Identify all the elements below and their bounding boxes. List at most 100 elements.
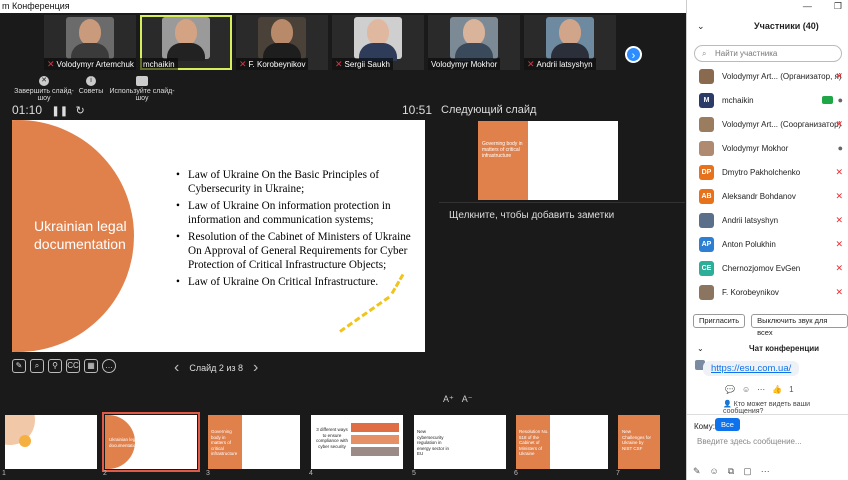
emoji-icon[interactable]: ☺ [710, 466, 719, 477]
mic-muted-icon[interactable]: ✕ [835, 191, 843, 202]
mic-muted-icon[interactable]: ✕ [835, 167, 843, 178]
thumbnail-number: 4 [309, 470, 313, 477]
mic-off-icon: ✕ [47, 58, 55, 69]
video-tile[interactable]: Volodymyr Mokhor [428, 15, 520, 70]
thumb-shape [351, 423, 399, 432]
thumbnail-number: 5 [412, 470, 416, 477]
mic-icon[interactable]: ● [838, 143, 843, 153]
avatar: DP [699, 165, 714, 180]
video-tile-active[interactable]: mchaikin [140, 15, 232, 70]
video-tile[interactable]: ✕ Volodymyr Artemchuk [44, 15, 136, 70]
participant-row[interactable]: DP Dmytro Pakholchenko ✕ [687, 161, 848, 185]
chat-link[interactable]: https://esu.com.ua/ [703, 361, 800, 376]
thumbs-up-icon[interactable]: 👍 [772, 385, 782, 394]
slide-thumbnail[interactable]: Resolution No. 518 of the Cabinet of Min… [516, 415, 608, 469]
video-on-icon[interactable] [822, 96, 833, 104]
laser-pointer-icon[interactable]: ⚲ [48, 359, 62, 373]
chevron-down-icon[interactable]: ⌄ [697, 344, 704, 353]
subtitles-icon[interactable]: CC [66, 359, 80, 373]
mute-all-button[interactable]: Выключить звук для всех [751, 314, 848, 337]
participant-head [367, 19, 389, 45]
pen-icon[interactable]: ✎ [12, 359, 26, 373]
mic-muted-icon[interactable]: ✕ [835, 215, 843, 226]
slide-thumbnail[interactable]: Governing body in matters of critical in… [208, 415, 300, 469]
next-page-arrow-icon[interactable]: › [625, 46, 642, 63]
slide-thumbnail[interactable] [5, 415, 97, 469]
recipient-select[interactable]: Все [715, 418, 740, 431]
zoom-icon[interactable]: ⌕ [30, 359, 44, 373]
video-tile[interactable]: ✕ Andrii latsyshyn [524, 15, 616, 70]
participant-row[interactable]: M mchaikin ● [687, 89, 848, 113]
prev-slide-icon[interactable]: ‹ [174, 359, 179, 377]
slide-thumbnail-selected[interactable]: Ukrainian legal documentation [102, 412, 200, 472]
mic-muted-icon[interactable]: ✕ [835, 71, 843, 82]
mic-muted-icon[interactable]: ✕ [835, 119, 843, 130]
decrease-font-icon[interactable]: A⁻ [462, 394, 473, 405]
chat-input[interactable]: Введите здесь сообщение... [697, 437, 802, 446]
participant-row[interactable]: Andrii latsyshyn ✕ [687, 209, 848, 233]
thumbnail-number: 2 [103, 470, 107, 477]
who-can-see-link[interactable]: 👤 Кто может видеть ваши сообщения? [723, 400, 845, 415]
emoji-icon[interactable]: ☺ [742, 385, 750, 394]
restart-icon[interactable]: ↻ [75, 105, 84, 117]
file-icon[interactable]: ▢ [743, 466, 752, 477]
mic-off-icon: ✕ [239, 58, 247, 69]
mic-muted-icon[interactable]: ✕ [835, 287, 843, 298]
screenshot-icon[interactable]: ⧉ [728, 466, 734, 477]
participant-name: Chernozjomov EvGen [722, 264, 801, 273]
minimize-icon[interactable]: — [803, 1, 812, 12]
grid-icon[interactable]: ▦ [84, 359, 98, 373]
thumbnail-number: 6 [514, 470, 518, 477]
avatar: AB [699, 189, 714, 204]
window-title: m Конференция [0, 0, 686, 13]
mic-off-icon: ✕ [335, 58, 343, 69]
slide-thumbnail[interactable]: New cybersecurity regulation in energy s… [414, 415, 506, 469]
chat-title: Чат конференции [749, 344, 820, 353]
slide-bullet-list: Law of Ukraine On the Basic Principles o… [174, 168, 414, 292]
pause-icon[interactable]: ❚❚ [51, 106, 68, 117]
close-icon: ✕ [39, 76, 49, 86]
video-tile[interactable]: ✕ Sergii Saukh [332, 15, 424, 70]
mic-icon[interactable]: ● [838, 95, 843, 105]
more-icon[interactable]: ⋯ [761, 466, 770, 477]
participant-row[interactable]: Volodymyr Art... (Организатор, я) ✕ [687, 65, 848, 89]
slide-tools: ✎ ⌕ ⚲ CC ▦ … ‹ Слайд 2 из 8 › [12, 357, 432, 377]
format-icon[interactable]: ✎ [693, 466, 701, 477]
video-name: Andrii latsyshyn [536, 59, 593, 69]
use-slideshow-button[interactable]: Используйте слайд-шоу [104, 76, 180, 102]
thumbnail-number: 1 [2, 470, 6, 477]
slide-thumbnail[interactable]: New Challenges for Ukraine by NIST CSF [618, 415, 660, 469]
participant-row[interactable]: Volodymyr Art... (Соорганизатор) ✕ [687, 113, 848, 137]
participant-head [463, 19, 485, 45]
next-slide-preview[interactable]: Governing body in matters of critical in… [478, 121, 618, 200]
video-tile[interactable]: ✕ F. Korobeynikov [236, 15, 328, 70]
more-icon[interactable]: … [102, 359, 116, 373]
participant-row[interactable]: F. Korobeynikov ✕ [687, 281, 848, 305]
more-icon[interactable]: ⋯ [757, 385, 765, 394]
current-slide: Ukrainian legal documentation Law of Ukr… [12, 120, 425, 352]
thumbnail-title: 3 different ways to ensure compliance wi… [315, 427, 348, 449]
clock: 10:51 [401, 103, 432, 117]
mic-muted-icon[interactable]: ✕ [835, 263, 843, 274]
video-name-tag: ✕ Volodymyr Artemchuk [44, 58, 136, 70]
notes-placeholder[interactable]: Щелкните, чтобы добавить заметки [449, 210, 614, 221]
participant-actions: Пригласить Выключить звук для всех [693, 314, 848, 337]
participant-row[interactable]: AP Anton Polukhin ✕ [687, 233, 848, 257]
restore-icon[interactable]: ❐ [834, 1, 842, 12]
next-slide-icon[interactable]: › [253, 359, 258, 377]
chevron-down-icon[interactable]: ⌄ [697, 21, 705, 32]
increase-font-icon[interactable]: A⁺ [443, 394, 454, 405]
participant-search-input[interactable]: ⌕ Найти участника [694, 45, 842, 62]
participant-row[interactable]: AB Aleksandr Bohdanov ✕ [687, 185, 848, 209]
slide-navigation: ‹ Слайд 2 из 8 › [174, 359, 258, 377]
slide-thumbnail[interactable]: 3 different ways to ensure compliance wi… [311, 415, 403, 469]
invite-button[interactable]: Пригласить [693, 314, 746, 328]
video-name-tag: ✕ Sergii Saukh [332, 58, 393, 70]
tips-button[interactable]: i Советы [78, 76, 104, 95]
end-slideshow-button[interactable]: ✕ Завершить слайд-шоу [8, 76, 80, 102]
mic-muted-icon[interactable]: ✕ [835, 239, 843, 250]
reply-icon[interactable]: 💬 [725, 385, 735, 394]
timer-bar: 01:10 ❚❚ ↻ 10:51 [12, 103, 432, 117]
participant-row[interactable]: CE Chernozjomov EvGen ✕ [687, 257, 848, 281]
participant-row[interactable]: Volodymyr Mokhor ● [687, 137, 848, 161]
